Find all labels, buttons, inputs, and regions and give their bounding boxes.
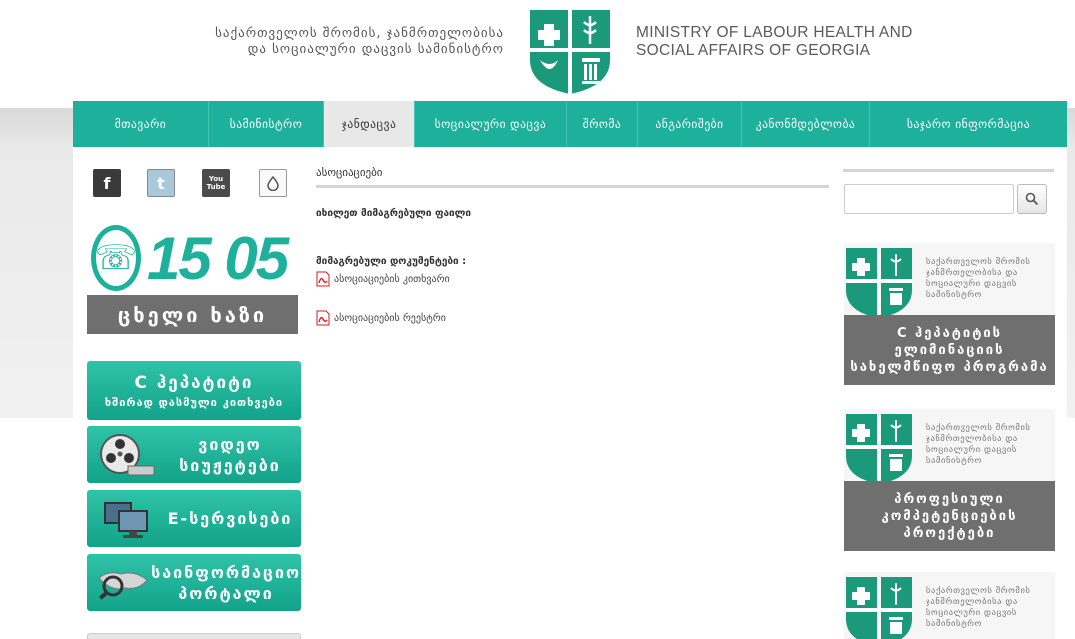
page-title: ასოციაციები bbox=[316, 166, 383, 179]
ministry-emblem-icon bbox=[846, 414, 912, 484]
video-stories-button[interactable]: ვიდეო სიუჟეტები bbox=[87, 426, 301, 483]
banner-ministry-text: საქართველოს შრომის ჯანმრთელობისა და სოცი… bbox=[926, 257, 1031, 300]
video-stories-line1: ვიდეო bbox=[198, 434, 262, 454]
left-button-partial[interactable] bbox=[87, 633, 301, 639]
nav-item-ministry[interactable]: სამინისტრო bbox=[209, 101, 324, 147]
hotline-number-block: ☏ 15 05 bbox=[87, 222, 298, 294]
pdf-icon bbox=[316, 271, 330, 287]
document-link-questionnaire[interactable]: ასოციაციების კითხვარი bbox=[316, 271, 450, 287]
nav-item-main[interactable]: მთავარი bbox=[73, 101, 209, 147]
ministry-emblem-icon bbox=[846, 248, 912, 318]
hepatitis-faq-button[interactable]: C ჰეპატიტი ხშირად დასმული კითხვები bbox=[87, 361, 301, 420]
site-header: საქართველოს შრომის, ჯანმრთელობისა და სოც… bbox=[0, 0, 1075, 100]
ministry-title-georgian: საქართველოს შრომის, ჯანმრთელობისა და სოც… bbox=[60, 26, 504, 58]
ministry-title-georgian-line2: და სოციალური დაცვის სამინისტრო bbox=[247, 42, 504, 57]
phone-icon: ☏ bbox=[91, 225, 141, 291]
banner-caption: C ჰეპატიტის ელიმინაციის სახელმწიფო პროგრ… bbox=[844, 315, 1055, 385]
search-icon bbox=[1025, 192, 1039, 206]
nav-item-healthcare[interactable]: ჯანდაცვა bbox=[324, 101, 415, 147]
twitter-icon[interactable]: t bbox=[147, 169, 175, 197]
ministry-emblem-icon bbox=[846, 577, 912, 639]
banner-ministry-text: საქართველოს შრომის ჯანმრთელობისა და სოცი… bbox=[926, 586, 1031, 629]
hepatitis-faq-title: C ჰეპატიტი bbox=[134, 372, 254, 393]
info-portal-line2: პორტალი bbox=[178, 583, 274, 603]
hotline-label: ცხელი ხაზი bbox=[87, 295, 298, 334]
youtube-icon[interactable]: You Tube bbox=[202, 169, 230, 197]
title-divider bbox=[316, 185, 829, 188]
video-stories-line2: სიუჟეტები bbox=[179, 455, 281, 475]
e-services-label: E-სერვისები bbox=[167, 509, 293, 528]
blog-icon[interactable] bbox=[259, 169, 287, 197]
ministry-title-georgian-line1: საქართველოს შრომის, ჯანმრთელობისა bbox=[215, 26, 504, 41]
banner-caption: პროფესიული კომპეტენციების პროექტები bbox=[844, 481, 1055, 551]
professional-competencies-banner[interactable]: საქართველოს შრომის ჯანმრთელობისა და სოცი… bbox=[844, 409, 1055, 551]
search-button[interactable] bbox=[1017, 184, 1047, 214]
youtube-icon-line2: Tube bbox=[206, 183, 226, 191]
nav-item-public-information[interactable]: საჯარო ინფორმაცია bbox=[870, 101, 1067, 147]
nav-item-legislation[interactable]: კანონმდებლობა bbox=[742, 101, 870, 147]
nav-item-reports[interactable]: ანგარიშები bbox=[638, 101, 742, 147]
map-magnifier-icon bbox=[95, 558, 151, 608]
e-services-button[interactable]: E-სერვისები bbox=[87, 490, 301, 547]
pdf-icon bbox=[316, 310, 330, 326]
hepatitis-faq-subtitle: ხშირად დასმული კითხვები bbox=[104, 395, 284, 409]
facebook-icon[interactable]: f bbox=[93, 169, 121, 197]
ministry-title-english-line1: MINISTRY OF LABOUR HEALTH AND bbox=[636, 24, 913, 41]
info-portal-button[interactable]: საინფორმაციო პორტალი bbox=[87, 554, 301, 611]
drop-icon bbox=[267, 175, 279, 191]
hotline-number: 15 05 bbox=[147, 224, 289, 292]
nav-item-social-protection[interactable]: სოციალური დაცვა bbox=[415, 101, 567, 147]
film-reel-icon bbox=[95, 430, 159, 480]
hepatitis-program-banner[interactable]: საქართველოს შრომის ჯანმრთელობისა და სოცი… bbox=[844, 243, 1055, 385]
view-file-text: იხილეთ მიმაგრებული ფაილი bbox=[316, 208, 472, 219]
search-input[interactable] bbox=[844, 184, 1014, 214]
ministry-title-english: MINISTRY OF LABOUR HEALTH AND SOCIAL AFF… bbox=[636, 24, 913, 60]
ministry-title-english-line2: SOCIAL AFFAIRS OF GEORGIA bbox=[636, 42, 871, 59]
info-portal-line1: საინფორმაციო bbox=[151, 562, 301, 582]
main-navigation: მთავარი სამინისტრო ჯანდაცვა სოციალური და… bbox=[73, 101, 1067, 147]
hotline-banner[interactable]: ☏ 15 05 ცხელი ხაზი bbox=[87, 222, 298, 334]
computer-monitors-icon bbox=[95, 494, 159, 544]
document-link-registry[interactable]: ასოციაციების რეესტრი bbox=[316, 310, 446, 326]
ministry-banner-partial[interactable]: საქართველოს შრომის ჯანმრთელობისა და სოცი… bbox=[844, 572, 1055, 639]
nav-item-labour[interactable]: შრომა bbox=[567, 101, 638, 147]
right-divider bbox=[843, 169, 1054, 172]
document-link-label: ასოციაციების რეესტრი bbox=[334, 312, 446, 324]
document-link-label: ასოციაციების კითხვარი bbox=[334, 273, 450, 285]
youtube-icon-line1: You bbox=[208, 175, 224, 183]
ministry-emblem-icon[interactable] bbox=[528, 8, 612, 96]
attached-documents-heading: მიმაგრებული დოკუმენტები : bbox=[316, 256, 467, 267]
banner-ministry-text: საქართველოს შრომის ჯანმრთელობისა და სოცი… bbox=[926, 423, 1031, 466]
